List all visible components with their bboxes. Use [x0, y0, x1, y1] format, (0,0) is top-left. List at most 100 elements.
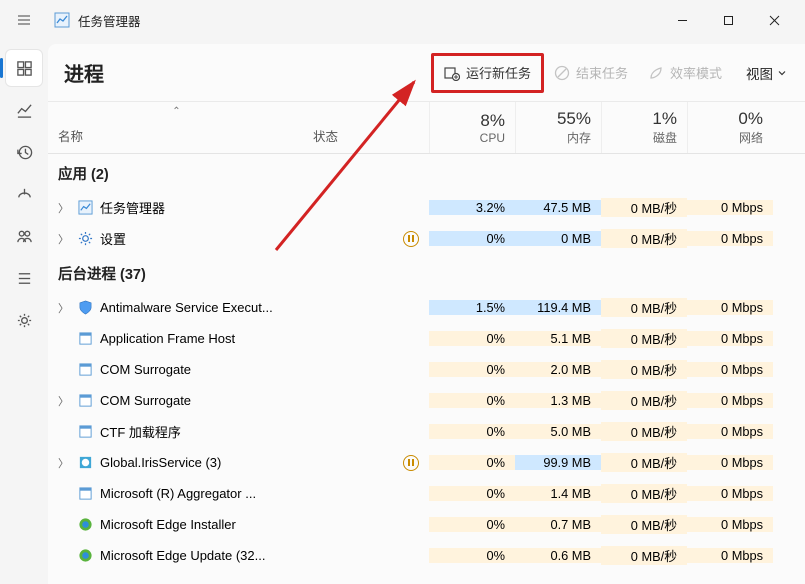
metric-cell: 0 MB/秒	[601, 229, 687, 248]
process-icon	[77, 331, 93, 347]
run-new-task-button[interactable]: 运行新任务	[434, 56, 541, 90]
process-row[interactable]: 〉设置0%0 MB0 MB/秒0 Mbps	[48, 223, 805, 254]
process-name: 设置	[100, 229, 126, 248]
process-row[interactable]: COM Surrogate0%2.0 MB0 MB/秒0 Mbps	[48, 354, 805, 385]
col-status-label: 状态	[313, 126, 429, 145]
col-name-label: 名称	[58, 126, 305, 145]
process-row[interactable]: 〉Antimalware Service Execut...1.5%119.4 …	[48, 292, 805, 323]
chevron-down-icon	[777, 68, 787, 78]
sidebar-item-performance[interactable]	[6, 92, 42, 128]
sidebar-item-users[interactable]	[6, 218, 42, 254]
table-header: ⌃ 名称 状态 8% CPU 55% 内存 1% 磁盘	[48, 102, 805, 154]
process-icon	[77, 393, 93, 409]
metric-cell: 0%	[429, 424, 515, 439]
col-header-memory[interactable]: 55% 内存	[515, 102, 601, 153]
run-new-task-label: 运行新任务	[466, 63, 531, 82]
process-name: Microsoft (R) Aggregator ...	[100, 486, 256, 501]
metric-cell: 0 MB/秒	[601, 515, 687, 534]
process-row[interactable]: 〉COM Surrogate0%1.3 MB0 MB/秒0 Mbps	[48, 385, 805, 416]
titlebar: 任务管理器	[0, 0, 805, 40]
metric-cell: 0 MB/秒	[601, 453, 687, 472]
metric-cell: 0 Mbps	[687, 455, 773, 470]
process-name: Antimalware Service Execut...	[100, 300, 273, 315]
process-name: Microsoft Edge Installer	[100, 517, 236, 532]
col-header-network[interactable]: 0% 网络	[687, 102, 773, 153]
sidebar-item-processes[interactable]	[6, 50, 42, 86]
process-list[interactable]: 应用 (2)〉任务管理器3.2%47.5 MB0 MB/秒0 Mbps〉设置0%…	[48, 154, 805, 584]
process-icon	[77, 362, 93, 378]
disk-label: 磁盘	[653, 129, 677, 146]
view-button[interactable]: 视图	[740, 56, 793, 90]
expand-icon[interactable]: 〉	[58, 300, 70, 316]
metric-cell: 0 Mbps	[687, 393, 773, 408]
process-row[interactable]: 〉任务管理器3.2%47.5 MB0 MB/秒0 Mbps	[48, 192, 805, 223]
expand-icon[interactable]: 〉	[58, 455, 70, 471]
group-row[interactable]: 后台进程 (37)	[48, 254, 805, 292]
expand-icon[interactable]: 〉	[58, 231, 70, 247]
expand-icon[interactable]: 〉	[58, 393, 70, 409]
metric-cell: 0 Mbps	[687, 548, 773, 563]
maximize-button[interactable]	[705, 4, 751, 36]
process-name: Microsoft Edge Update (32...	[100, 548, 265, 563]
metric-cell: 0%	[429, 362, 515, 377]
process-icon	[77, 200, 93, 216]
metric-cell: 0 Mbps	[687, 486, 773, 501]
end-task-icon	[554, 65, 570, 81]
page-title: 进程	[64, 58, 104, 87]
status-cell	[305, 231, 429, 247]
process-name: COM Surrogate	[100, 362, 191, 377]
metric-cell: 5.0 MB	[515, 424, 601, 439]
sidebar-item-startup[interactable]	[6, 176, 42, 212]
cpu-label: CPU	[480, 131, 505, 145]
process-icon	[77, 517, 93, 533]
process-row[interactable]: Microsoft (R) Aggregator ...0%1.4 MB0 MB…	[48, 478, 805, 509]
metric-cell: 0%	[429, 517, 515, 532]
group-row[interactable]: 应用 (2)	[48, 154, 805, 192]
process-row[interactable]: 〉Global.IrisService (3)0%99.9 MB0 MB/秒0 …	[48, 447, 805, 478]
metric-cell: 0%	[429, 548, 515, 563]
metric-cell: 0%	[429, 331, 515, 346]
metric-cell: 0 MB/秒	[601, 422, 687, 441]
metric-cell: 0 MB/秒	[601, 391, 687, 410]
view-label: 视图	[746, 63, 773, 83]
annotation-highlight: 运行新任务	[431, 53, 544, 93]
run-task-icon	[444, 65, 460, 81]
hamburger-button[interactable]	[8, 4, 40, 36]
metric-cell: 0 Mbps	[687, 231, 773, 246]
col-header-cpu[interactable]: 8% CPU	[429, 102, 515, 153]
sidebar-item-services[interactable]	[6, 302, 42, 338]
memory-label: 内存	[567, 129, 591, 146]
metric-cell: 119.4 MB	[515, 300, 601, 315]
metric-cell: 3.2%	[429, 200, 515, 215]
metric-cell: 0 MB/秒	[601, 484, 687, 503]
col-header-disk[interactable]: 1% 磁盘	[601, 102, 687, 153]
metric-cell: 0 MB/秒	[601, 329, 687, 348]
metric-cell: 2.0 MB	[515, 362, 601, 377]
process-icon	[77, 231, 93, 247]
app-icon	[54, 12, 70, 28]
minimize-button[interactable]	[659, 4, 705, 36]
sidebar	[0, 40, 48, 584]
process-name: 任务管理器	[100, 198, 165, 217]
process-row[interactable]: Microsoft Edge Update (32...0%0.6 MB0 MB…	[48, 540, 805, 571]
sidebar-item-details[interactable]	[6, 260, 42, 296]
efficiency-mode-button[interactable]: 效率模式	[638, 56, 732, 90]
process-row[interactable]: Application Frame Host0%5.1 MB0 MB/秒0 Mb…	[48, 323, 805, 354]
process-row[interactable]: CTF 加载程序0%5.0 MB0 MB/秒0 Mbps	[48, 416, 805, 447]
app-title: 任务管理器	[78, 11, 141, 30]
disk-usage: 1%	[652, 109, 677, 129]
col-header-status[interactable]: 状态	[305, 102, 429, 153]
expand-icon[interactable]: 〉	[58, 200, 70, 216]
metric-cell: 0 MB/秒	[601, 546, 687, 565]
close-button[interactable]	[751, 4, 797, 36]
process-row[interactable]: Microsoft Edge Installer0%0.7 MB0 MB/秒0 …	[48, 509, 805, 540]
sidebar-item-app-history[interactable]	[6, 134, 42, 170]
process-name: COM Surrogate	[100, 393, 191, 408]
col-header-name[interactable]: ⌃ 名称	[48, 102, 305, 153]
metric-cell: 0 Mbps	[687, 424, 773, 439]
end-task-button[interactable]: 结束任务	[544, 56, 638, 90]
metric-cell: 0 Mbps	[687, 200, 773, 215]
metric-cell: 5.1 MB	[515, 331, 601, 346]
status-cell	[305, 455, 429, 471]
metric-cell: 0 MB/秒	[601, 298, 687, 317]
